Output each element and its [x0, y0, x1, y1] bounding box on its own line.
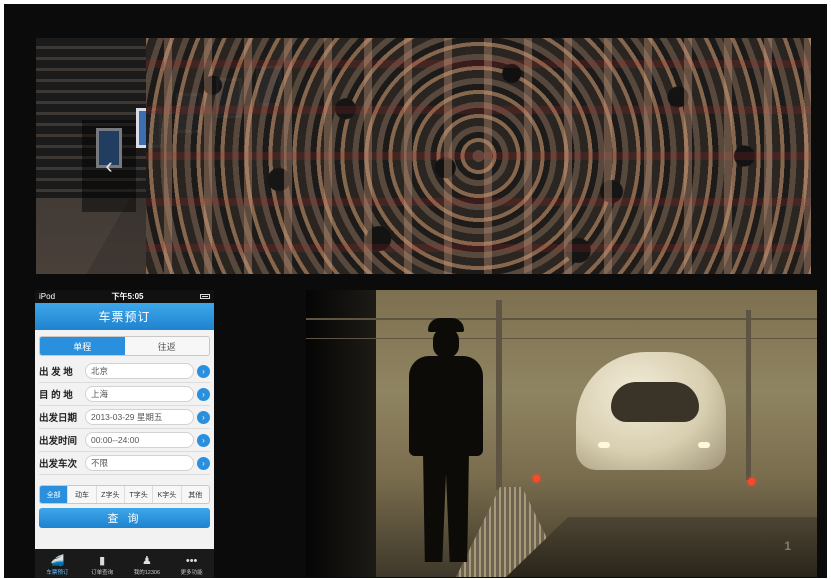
- signal-light: [533, 475, 540, 482]
- train-headlight: [698, 442, 710, 448]
- corner-watermark: 1: [784, 539, 791, 553]
- officer-body: [409, 356, 483, 456]
- tab-one-way[interactable]: 单程: [40, 337, 125, 355]
- chevron-right-icon[interactable]: ›: [197, 410, 210, 424]
- trip-type-tabs: 单程 往返: [39, 336, 210, 356]
- status-bar: iPod 下午5:05: [35, 290, 214, 303]
- field-label: 出发时间: [39, 436, 78, 447]
- filter-t[interactable]: T字头: [125, 486, 154, 503]
- filter-k[interactable]: K字头: [153, 486, 182, 503]
- field-label: 目 的 地: [39, 390, 73, 401]
- tab-my-12306[interactable]: ♟ 我的12306: [125, 549, 170, 578]
- page-title-text: 车票预订: [98, 310, 151, 324]
- overhead-wire: [306, 318, 817, 320]
- more-icon: •••: [185, 555, 198, 567]
- overhead-wire: [306, 338, 817, 339]
- filter-emu[interactable]: 动车: [68, 486, 97, 503]
- signal-light: [748, 478, 755, 485]
- destination-field[interactable]: 上海: [85, 386, 194, 402]
- train-icon: 🚄: [50, 555, 65, 567]
- clock: 下午5:05: [111, 292, 144, 301]
- field-label: 出 发 地: [39, 367, 73, 378]
- carousel-prev-button[interactable]: ‹: [82, 120, 136, 212]
- catenary-pole: [746, 310, 751, 480]
- shadow-wall: [306, 290, 376, 577]
- train-field[interactable]: 不限: [85, 455, 194, 471]
- row-destination[interactable]: 目 的 地 上海 ›: [39, 383, 210, 406]
- catenary-pole: [496, 300, 502, 490]
- train-type-filters: 全部 动车 Z字头 T字头 K字头 其他: [39, 485, 210, 504]
- officer-legs: [423, 452, 469, 562]
- row-departure[interactable]: 出 发 地 北京 ›: [39, 360, 210, 383]
- chevron-right-icon[interactable]: ›: [197, 364, 210, 378]
- field-label: 出发车次: [39, 459, 78, 470]
- query-button[interactable]: 查 询: [39, 508, 210, 528]
- train-windshield: [611, 382, 699, 422]
- chevron-left-icon: ‹: [105, 153, 113, 178]
- date-field[interactable]: 2013-03-29 星期五: [85, 409, 194, 425]
- phone-screenshot: iPod 下午5:05 车票预订 单程 往返 出 发 地 北京 › 目 的 地 …: [35, 290, 214, 578]
- carrier-label: iPod: [39, 292, 56, 301]
- row-train[interactable]: 出发车次 不限 ›: [39, 452, 210, 475]
- hero-carousel[interactable]: ‹: [36, 38, 811, 274]
- row-date[interactable]: 出发日期 2013-03-29 星期五 ›: [39, 406, 210, 429]
- chevron-right-icon[interactable]: ›: [197, 433, 210, 447]
- battery-icon: [200, 294, 210, 299]
- filter-z[interactable]: Z字头: [97, 486, 125, 503]
- chevron-right-icon[interactable]: ›: [197, 456, 210, 470]
- tab-label: 单程: [73, 341, 92, 352]
- people-icon: ♟: [141, 555, 152, 567]
- tab-label: 我的12306: [133, 570, 161, 576]
- tab-book-tickets[interactable]: 🚄 车票预订: [35, 549, 80, 578]
- departure-field[interactable]: 北京: [85, 363, 194, 379]
- train-station-photo: 1: [306, 290, 817, 577]
- train-headlight: [598, 442, 610, 448]
- tab-label: 车票预订: [46, 570, 69, 576]
- field-label: 出发日期: [39, 413, 78, 424]
- platform: [506, 517, 817, 577]
- clipboard-icon: ▮: [99, 555, 106, 567]
- crowd-texture: [146, 38, 811, 274]
- tab-label: 更多功能: [180, 570, 203, 576]
- time-field[interactable]: 00:00--24:00: [85, 432, 194, 448]
- officer-head: [433, 328, 459, 358]
- tab-label: 订单查询: [91, 570, 114, 576]
- page-title: 车票预订: [35, 303, 214, 330]
- filter-other[interactable]: 其他: [182, 486, 209, 503]
- filter-all[interactable]: 全部: [40, 486, 69, 503]
- tab-round-trip[interactable]: 往返: [124, 337, 209, 355]
- row-time[interactable]: 出发时间 00:00--24:00 ›: [39, 429, 210, 452]
- tab-label: 往返: [157, 341, 176, 352]
- officer-silhouette: [401, 318, 491, 577]
- tab-orders[interactable]: ▮ 订单查询: [80, 549, 125, 578]
- tab-bar: 🚄 车票预订 ▮ 订单查询 ♟ 我的12306 ••• 更多功能: [35, 549, 214, 578]
- tab-more[interactable]: ••• 更多功能: [169, 549, 214, 578]
- chevron-right-icon[interactable]: ›: [197, 387, 210, 401]
